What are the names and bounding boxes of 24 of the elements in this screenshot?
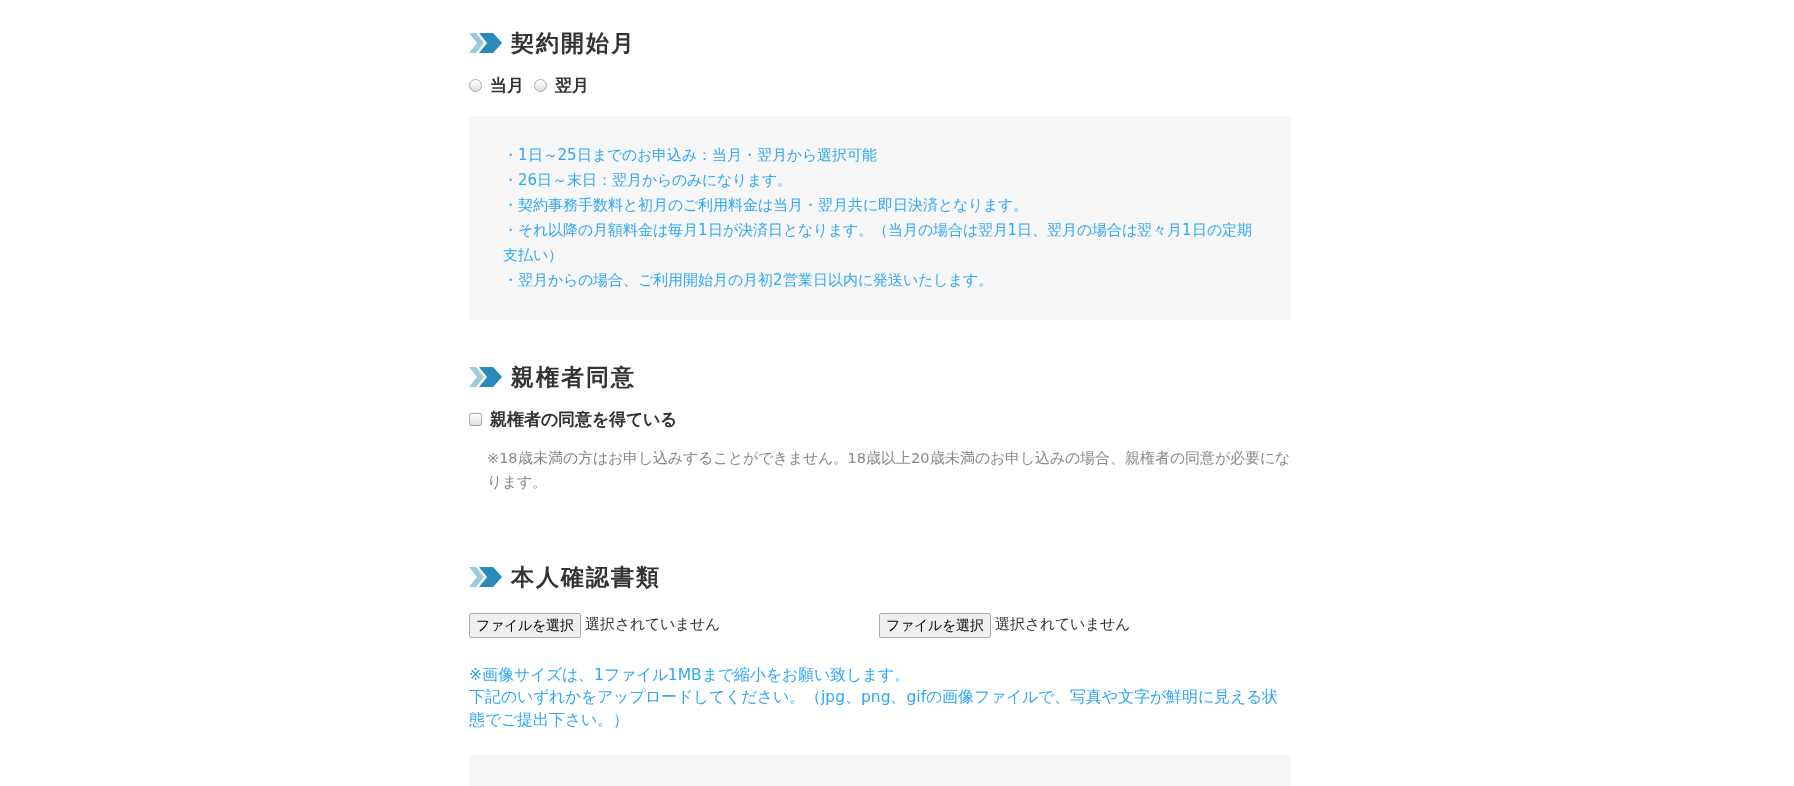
info-text: ・契約事務手数料と初月のご利用料金は当月・翌月共に即日決済となります。 [503,195,1029,216]
radio-button[interactable] [469,78,482,92]
radio-label[interactable]: 翌月 [555,72,589,98]
info-text: ・それ以降の月額料金は毎月1日が決済日となります。（当月の場合は翌月1日、翌月の場合は翌々月1日の定期支払い） [503,220,1253,266]
file-status-text: 選択されていません [995,615,1130,635]
info-text: ・26日～末日：翌月からのみになります。 [503,170,794,191]
chevron-icon [469,567,503,588]
radio-button[interactable] [534,78,547,92]
file-status-text: 選択されていません [585,615,720,635]
note-text: 下記のいずれかをアップロードしてください。（jpg、png、gifの画像ファイルで、写真や文字が鮮明に見える状態でご提出下さい。） [469,687,1280,731]
note-text: ※画像サイズは、1ファイル1MBまで縮小をお願い致します。 [469,664,911,686]
chevron-icon [469,33,503,54]
section-heading: 本人確認書類 [511,563,661,592]
note-text: ※18歳未満の方はお申し込みすることができません。18歳以上20歳未満のお申し込みの場合、親権者の同意が必要になります。 [486,449,1291,492]
checkbox[interactable] [469,412,482,426]
file-select-button[interactable]: ファイルを選択 [469,612,581,638]
checkbox-label[interactable]: 親権者の同意を得ている [490,406,677,432]
section-heading: 親権者同意 [511,363,636,392]
chevron-icon [469,367,503,388]
info-text: ・翌月からの場合、ご利用開始月の月初2営業日以内に発送いたします。 [503,270,994,291]
info-text: ・1日～25日までのお申込み：当月・翌月から選択可能 [503,145,878,166]
radio-label[interactable]: 当月 [490,72,524,98]
file-select-button[interactable]: ファイルを選択 [879,612,991,638]
section-heading: 契約開始月 [511,29,636,58]
